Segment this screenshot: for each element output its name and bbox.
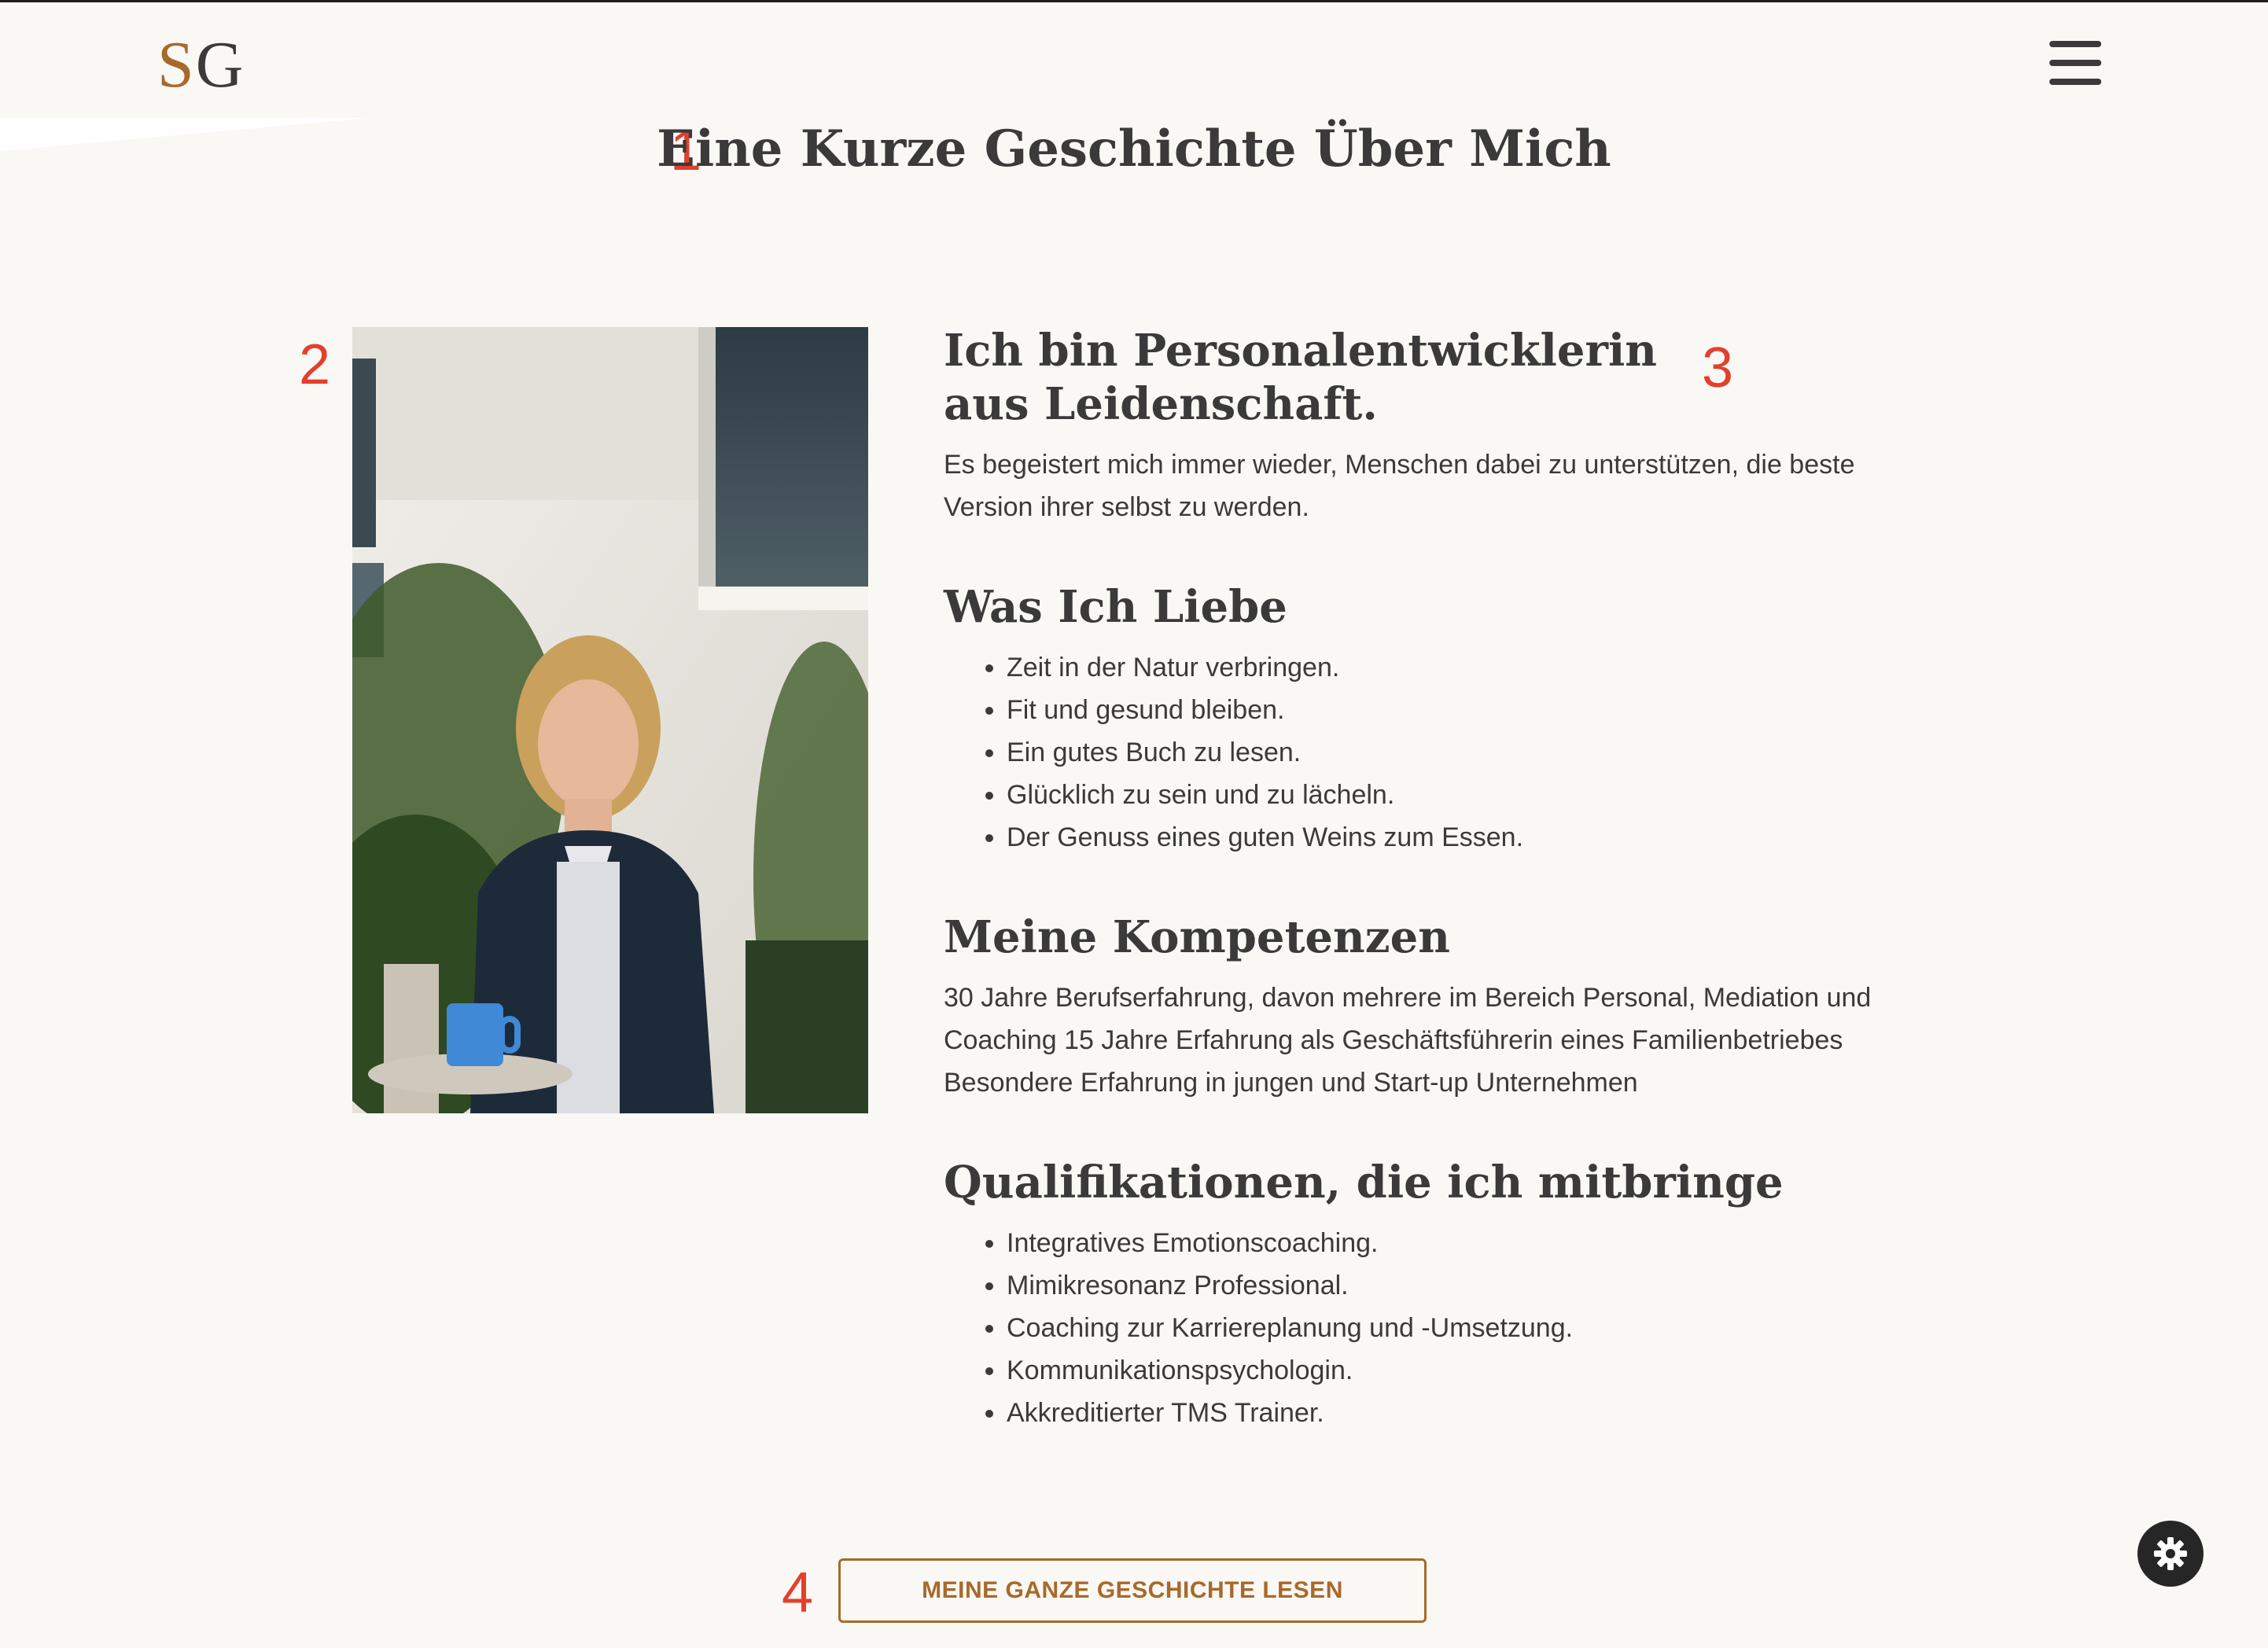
skills-heading: Meine Kompetenzen <box>944 911 1450 963</box>
skills-text: 30 Jahre Berufserfahrung, davon mehrere … <box>944 983 1872 1098</box>
logo-letter-g: G <box>195 28 245 101</box>
gear-icon[interactable] <box>2137 1521 2204 1587</box>
read-full-story-button[interactable]: MEINE GANZE GESCHICHTE LESEN <box>838 1558 1427 1623</box>
list-item: Der Genuss eines guten Weins zum Essen. <box>1007 816 1935 859</box>
loves-list: Zeit in der Natur verbringen. Fit und ge… <box>944 646 1935 859</box>
qualifications-list: Integratives Emotionscoaching. Mimikreso… <box>944 1222 1935 1434</box>
annotation-marker-4: 4 <box>782 1562 814 1624</box>
logo-letter-s: S <box>157 28 196 101</box>
list-item: Kommunikationspsychologin. <box>1007 1349 1935 1392</box>
loves-heading: Was Ich Liebe <box>944 581 1287 633</box>
top-border <box>0 0 2268 2</box>
about-content: Ich bin Personalentwicklerin aus Leidens… <box>944 324 1935 1434</box>
list-item: Ein gutes Buch zu lesen. <box>1007 731 1935 774</box>
list-item: Coaching zur Karriereplanung und -Umsetz… <box>1007 1307 1935 1349</box>
site-logo[interactable]: SG <box>157 30 245 101</box>
list-item: Akkreditierter TMS Trainer. <box>1007 1392 1935 1434</box>
qualifications-heading: Qualifikationen, die ich mitbringe <box>944 1157 1784 1208</box>
intro-heading: Ich bin Personalentwicklerin aus Leidens… <box>944 325 1658 430</box>
hamburger-menu-icon[interactable] <box>2049 41 2101 85</box>
list-item: Fit und gesund bleiben. <box>1007 689 1935 731</box>
gear-glyph-icon <box>2154 1537 2187 1570</box>
list-item: Zeit in der Natur verbringen. <box>1007 646 1935 689</box>
intro-text: Es begeistert mich immer wieder, Mensche… <box>944 450 1855 522</box>
list-item: Integratives Emotionscoaching. <box>1007 1222 1935 1264</box>
profile-photo <box>352 327 868 1113</box>
page-title: Eine Kurze Geschichte Über Mich <box>657 120 1611 178</box>
list-item: Glücklich zu sein und zu lächeln. <box>1007 774 1935 816</box>
list-item: Mimikresonanz Professional. <box>1007 1264 1935 1307</box>
annotation-marker-2: 2 <box>299 333 331 396</box>
